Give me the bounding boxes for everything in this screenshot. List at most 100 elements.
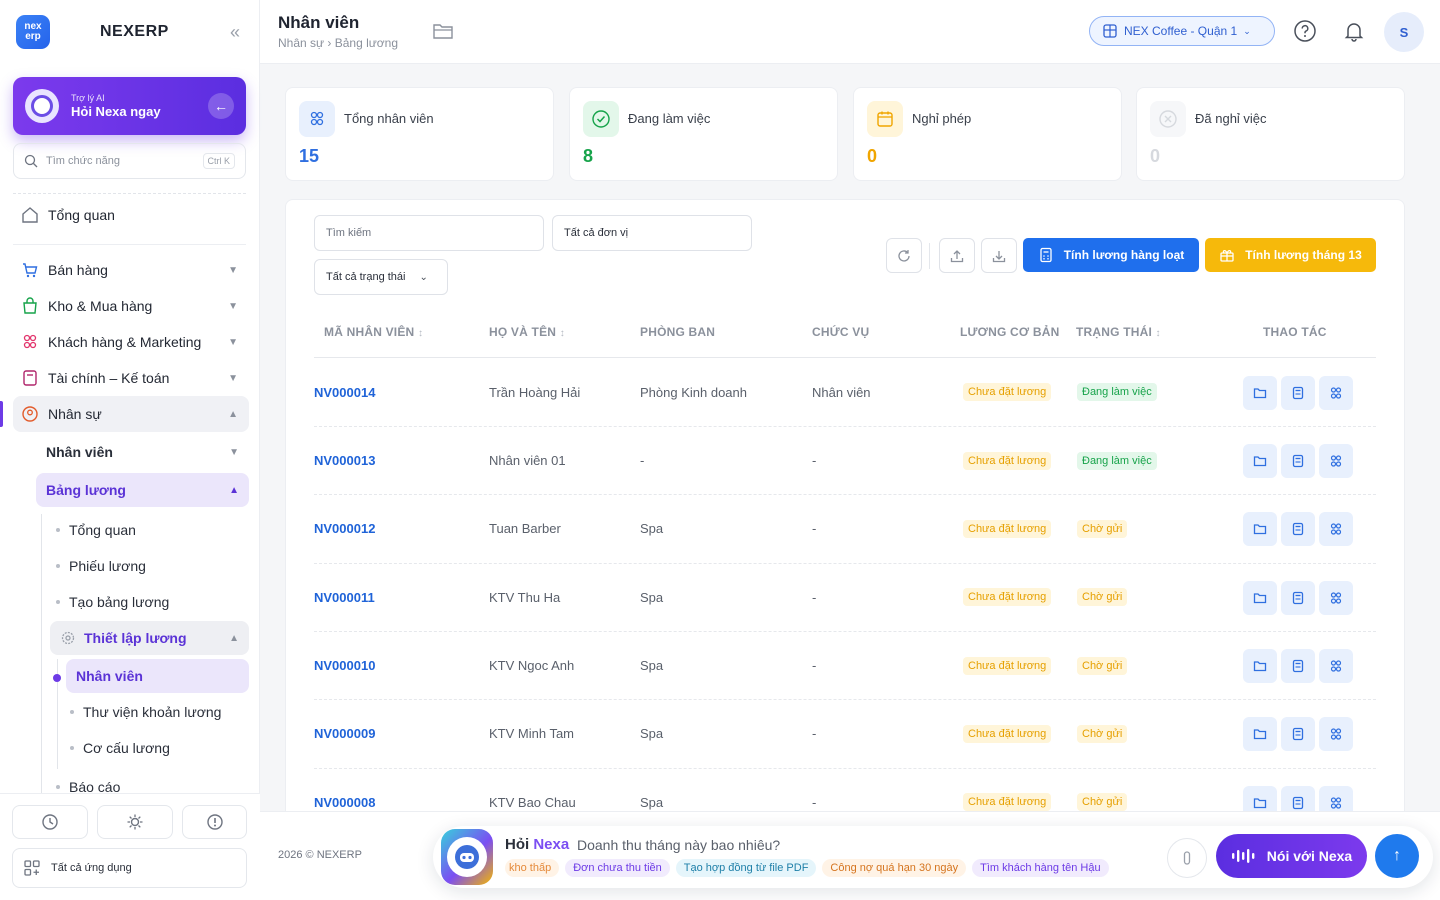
suggestion-chip[interactable]: Công nợ quá hạn 30 ngày [822,859,967,877]
help-icon[interactable] [1292,18,1318,44]
structure-button[interactable] [1319,581,1353,615]
suggestion-chip[interactable]: Tạo hợp đồng từ file PDF [675,859,817,877]
nav-salary-library[interactable]: Thư viện khoản lương [60,695,249,729]
edit-profile-button[interactable] [1243,581,1277,615]
talk-to-nexa-button[interactable]: Nói với Nexa [1216,834,1367,878]
stat-label: Tổng nhân viên [344,111,434,126]
attach-button[interactable] [1167,838,1207,878]
nav-warehouse[interactable]: Kho & Mua hàng ▼ [13,288,249,324]
function-search-input[interactable]: Tìm chức năng Ctrl K [13,143,246,179]
nav-customers[interactable]: Khách hàng & Marketing ▼ [13,324,249,360]
column-header-status[interactable]: TRẠNG THÁI ↕ [1076,325,1161,339]
stat-card-total: Tổng nhân viên 15 [285,87,554,181]
employee-code-link[interactable]: NV000008 [314,795,375,810]
suggestion-chip[interactable]: kho thấp [505,859,560,877]
breadcrumb[interactable]: Nhân sự › Bảng lương [278,36,398,50]
payroll-button[interactable] [1281,649,1315,683]
brand-logo[interactable]: nex erp [16,15,50,49]
collapse-sidebar-icon[interactable]: « [230,22,240,43]
structure-button[interactable] [1319,512,1353,546]
branch-selector[interactable]: NEX Coffee - Quận 1 ⌄ [1089,16,1275,46]
bell-icon[interactable] [1341,18,1367,44]
shortcut-hint: Ctrl K [202,153,235,169]
nav-hr-payroll[interactable]: Bảng lương ▲ [36,473,249,507]
header-divider [314,357,1376,358]
payroll-button[interactable] [1281,512,1315,546]
employee-code-link[interactable]: NV000013 [314,453,375,468]
employee-code-link[interactable]: NV000010 [314,658,375,673]
folder-icon[interactable] [432,22,454,43]
structure-button[interactable] [1319,717,1353,751]
month13-payroll-button[interactable]: Tính lương tháng 13 [1205,238,1376,272]
status-badge: Chờ gửi [1077,793,1128,811]
edit-profile-button[interactable] [1243,512,1277,546]
ask-title: Hỏi Nexa [505,836,569,853]
talk-label: Nói với Nexa [1266,848,1353,864]
send-button[interactable]: ↑ [1375,834,1419,878]
payroll-button[interactable] [1281,717,1315,751]
structure-button[interactable] [1319,444,1353,478]
nav-setup-employees[interactable]: Nhân viên [66,659,249,693]
nav-hr[interactable]: Nhân sự ▲ [13,396,249,432]
employee-code-link[interactable]: NV000011 [314,590,375,605]
topbar: Nhân viên Nhân sự › Bảng lương NEX Coffe… [260,0,1440,64]
waveform-icon [1231,849,1255,863]
unit-filter[interactable]: Tất cả đơn vị [552,215,752,251]
column-header-code[interactable]: MÃ NHÂN VIÊN ↕ [324,325,423,339]
history-button[interactable] [12,805,88,839]
arrow-left-icon[interactable]: ← [208,93,234,119]
payroll-button[interactable] [1281,376,1315,410]
nav-item-label: Phiếu lương [69,558,146,574]
folder-edit-icon [1253,798,1267,809]
download-button[interactable] [981,238,1017,273]
chevron-down-icon: ⌄ [419,271,428,283]
row-divider [314,426,1376,427]
month13-label: Tính lương tháng 13 [1245,248,1362,262]
structure-button[interactable] [1319,376,1353,410]
search-placeholder: Tìm chức năng [46,155,121,167]
edit-profile-button[interactable] [1243,376,1277,410]
search-input[interactable]: Tìm kiếm [314,215,544,251]
stat-label: Đã nghỉ việc [1195,111,1267,126]
ask-nexa-card[interactable]: Trợ lý AI Hỏi Nexa ngay ← [13,77,246,135]
row-divider [314,768,1376,769]
theme-button[interactable] [97,805,173,839]
nav-finance[interactable]: Tài chính – Kế toán ▼ [13,360,249,396]
upload-button[interactable] [939,238,975,273]
divider [13,244,246,245]
edit-profile-button[interactable] [1243,649,1277,683]
batch-payroll-button[interactable]: Tính lương hàng loạt [1023,238,1199,272]
structure-button[interactable] [1319,649,1353,683]
edit-profile-button[interactable] [1243,717,1277,751]
nav-hr-employees[interactable]: Nhân viên ▼ [36,435,249,469]
nexa-avatar[interactable] [441,829,493,885]
refresh-button[interactable] [886,238,922,273]
nav-salary-structure[interactable]: Cơ cấu lương [60,731,249,765]
ask-question-input[interactable]: Doanh thu tháng này bao nhiêu? [577,837,780,853]
employee-code-link[interactable]: NV000012 [314,521,375,536]
all-apps-button[interactable]: Tất cả ứng dụng [12,848,247,888]
column-header-name[interactable]: HỌ VÀ TÊN ↕ [489,325,565,339]
salary-badge: Chưa đặt lương [963,588,1052,606]
employee-code-link[interactable]: NV000014 [314,385,375,400]
nav-salary-setup[interactable]: Thiết lập lương ▲ [50,621,249,655]
user-avatar[interactable]: S [1384,12,1424,52]
alert-button[interactable] [182,805,247,839]
employee-code-link[interactable]: NV000009 [314,726,375,741]
salary-badge: Chưa đặt lương [963,793,1052,811]
nav-payslips[interactable]: Phiếu lương [46,549,246,583]
ai-card-subtitle: Trợ lý AI [71,93,105,103]
status-filter[interactable]: Tất cả trạng thái ⌄ [314,259,448,295]
nav-sales[interactable]: Bán hàng ▼ [13,252,249,288]
folder-edit-icon [1253,661,1267,672]
nav-overview[interactable]: Tổng quan [13,197,249,233]
nav-payroll-overview[interactable]: Tổng quan [46,513,246,547]
suggestion-chip[interactable]: Đơn chưa thu tiền [565,859,670,877]
suggestion-chip[interactable]: Tìm khách hàng tên Hậu [972,859,1109,877]
payroll-button[interactable] [1281,444,1315,478]
calculator-icon [1292,522,1304,536]
payroll-button[interactable] [1281,581,1315,615]
nav-create-payroll[interactable]: Tạo bảng lương [46,585,246,619]
chevron-down-icon: ⌄ [1243,25,1251,36]
edit-profile-button[interactable] [1243,444,1277,478]
